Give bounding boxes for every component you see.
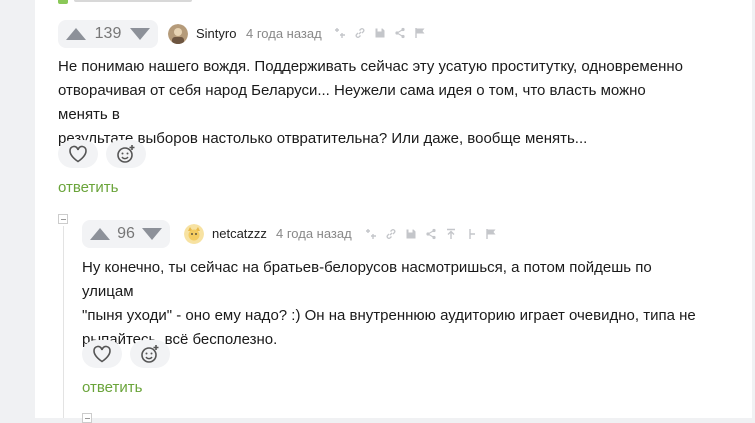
thread-icon[interactable] <box>333 26 346 39</box>
comment-text: Не понимаю нашего вождя. Поддерживать се… <box>58 55 698 151</box>
avatar[interactable] <box>184 224 204 244</box>
comment-time[interactable]: 4 года назад <box>246 26 322 41</box>
save-icon[interactable] <box>404 227 417 240</box>
downvote-icon[interactable] <box>129 28 150 40</box>
comment-rating-widget: 139 <box>58 20 158 48</box>
collapse-branch-toggle[interactable] <box>82 413 92 423</box>
comment-tools <box>333 26 426 39</box>
comment-tools <box>364 227 497 240</box>
comment-author[interactable]: netcatzzz <box>212 226 267 241</box>
upvote-icon[interactable] <box>66 28 86 40</box>
parent-comment-icon[interactable] <box>444 227 457 240</box>
comment-text-line: рыпайтесь, всё бесполезно. <box>82 331 278 348</box>
branch-icon[interactable] <box>464 227 477 240</box>
flag-icon[interactable] <box>413 26 426 39</box>
comment-text-line: отворачивая от себя народ Беларуси... Не… <box>58 82 646 123</box>
heart-icon <box>69 145 87 163</box>
comment-text-line: результате выборов настолько отвратитель… <box>58 130 588 147</box>
link-icon[interactable] <box>353 26 366 39</box>
downvote-icon[interactable] <box>141 228 162 240</box>
share-icon[interactable] <box>393 26 406 39</box>
previous-comment-fragment <box>58 0 198 4</box>
comment-text: Ну конечно, ты сейчас на братьев-белорус… <box>82 256 702 352</box>
comment-text-line: Не понимаю нашего вождя. Поддерживать се… <box>58 58 683 75</box>
save-icon[interactable] <box>373 26 386 39</box>
reply-link[interactable]: ответить <box>58 179 118 196</box>
emoji-add-icon <box>117 145 135 163</box>
comment-rating: 96 <box>117 225 135 242</box>
like-button[interactable] <box>82 340 122 368</box>
thread-icon[interactable] <box>364 227 377 240</box>
comment-time[interactable]: 4 года назад <box>276 226 352 241</box>
branch-line[interactable] <box>63 226 64 418</box>
emoji-add-icon <box>141 345 159 363</box>
comment-text-line: Ну конечно, ты сейчас на братьев-белорус… <box>82 259 652 300</box>
comment-rating: 139 <box>94 25 122 42</box>
flag-icon[interactable] <box>484 227 497 240</box>
upvote-icon[interactable] <box>90 228 110 240</box>
comment-rating-widget: 96 <box>82 220 170 248</box>
link-icon[interactable] <box>384 227 397 240</box>
collapse-branch-toggle[interactable] <box>58 214 68 224</box>
comment-author[interactable]: Sintyro <box>196 26 236 41</box>
share-icon[interactable] <box>424 227 437 240</box>
comment-text-line: "пыня уходи" - оно ему надо? :) Он на вн… <box>82 307 696 324</box>
add-reaction-button[interactable] <box>106 140 146 168</box>
reply-link[interactable]: ответить <box>82 379 142 396</box>
avatar[interactable] <box>168 24 188 44</box>
add-reaction-button[interactable] <box>130 340 170 368</box>
like-button[interactable] <box>58 140 98 168</box>
heart-icon <box>93 345 111 363</box>
